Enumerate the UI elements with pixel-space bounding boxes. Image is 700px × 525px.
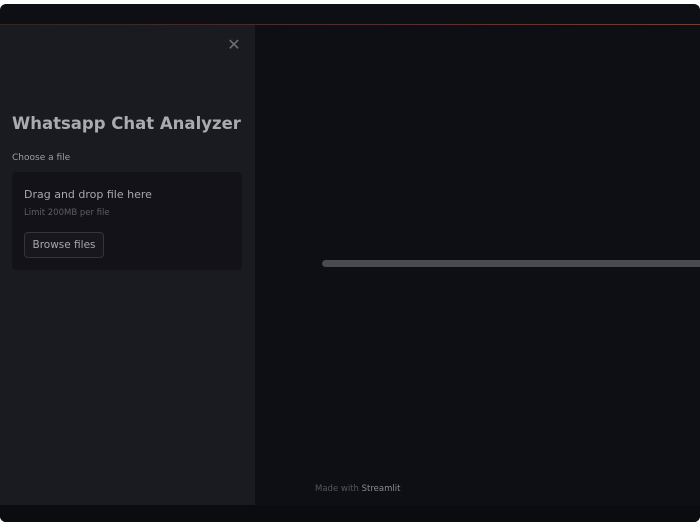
file-uploader-label: Choose a file: [12, 153, 71, 163]
progress-bar-fill: [322, 260, 700, 267]
bottom-strip: [0, 505, 700, 522]
footer-prefix: Made with: [315, 484, 359, 494]
file-dropzone[interactable]: Drag and drop file here Limit 200MB per …: [12, 172, 242, 270]
app-window: ✕ Whatsapp Chat Analyzer Choose a file D…: [0, 4, 700, 522]
close-icon[interactable]: ✕: [226, 37, 242, 53]
sidebar: ✕ Whatsapp Chat Analyzer Choose a file D…: [0, 25, 255, 505]
page-title: Whatsapp Chat Analyzer: [12, 114, 241, 133]
browse-files-button[interactable]: Browse files: [24, 232, 104, 258]
loading-progress-bar: [322, 260, 700, 267]
dropzone-size-limit: Limit 200MB per file: [24, 208, 110, 218]
main-content: Made with Streamlit: [255, 25, 700, 505]
dropzone-instructions: Drag and drop file here: [24, 188, 152, 201]
footer-brand-link[interactable]: Streamlit: [362, 484, 401, 494]
footer: Made with Streamlit: [315, 484, 400, 494]
